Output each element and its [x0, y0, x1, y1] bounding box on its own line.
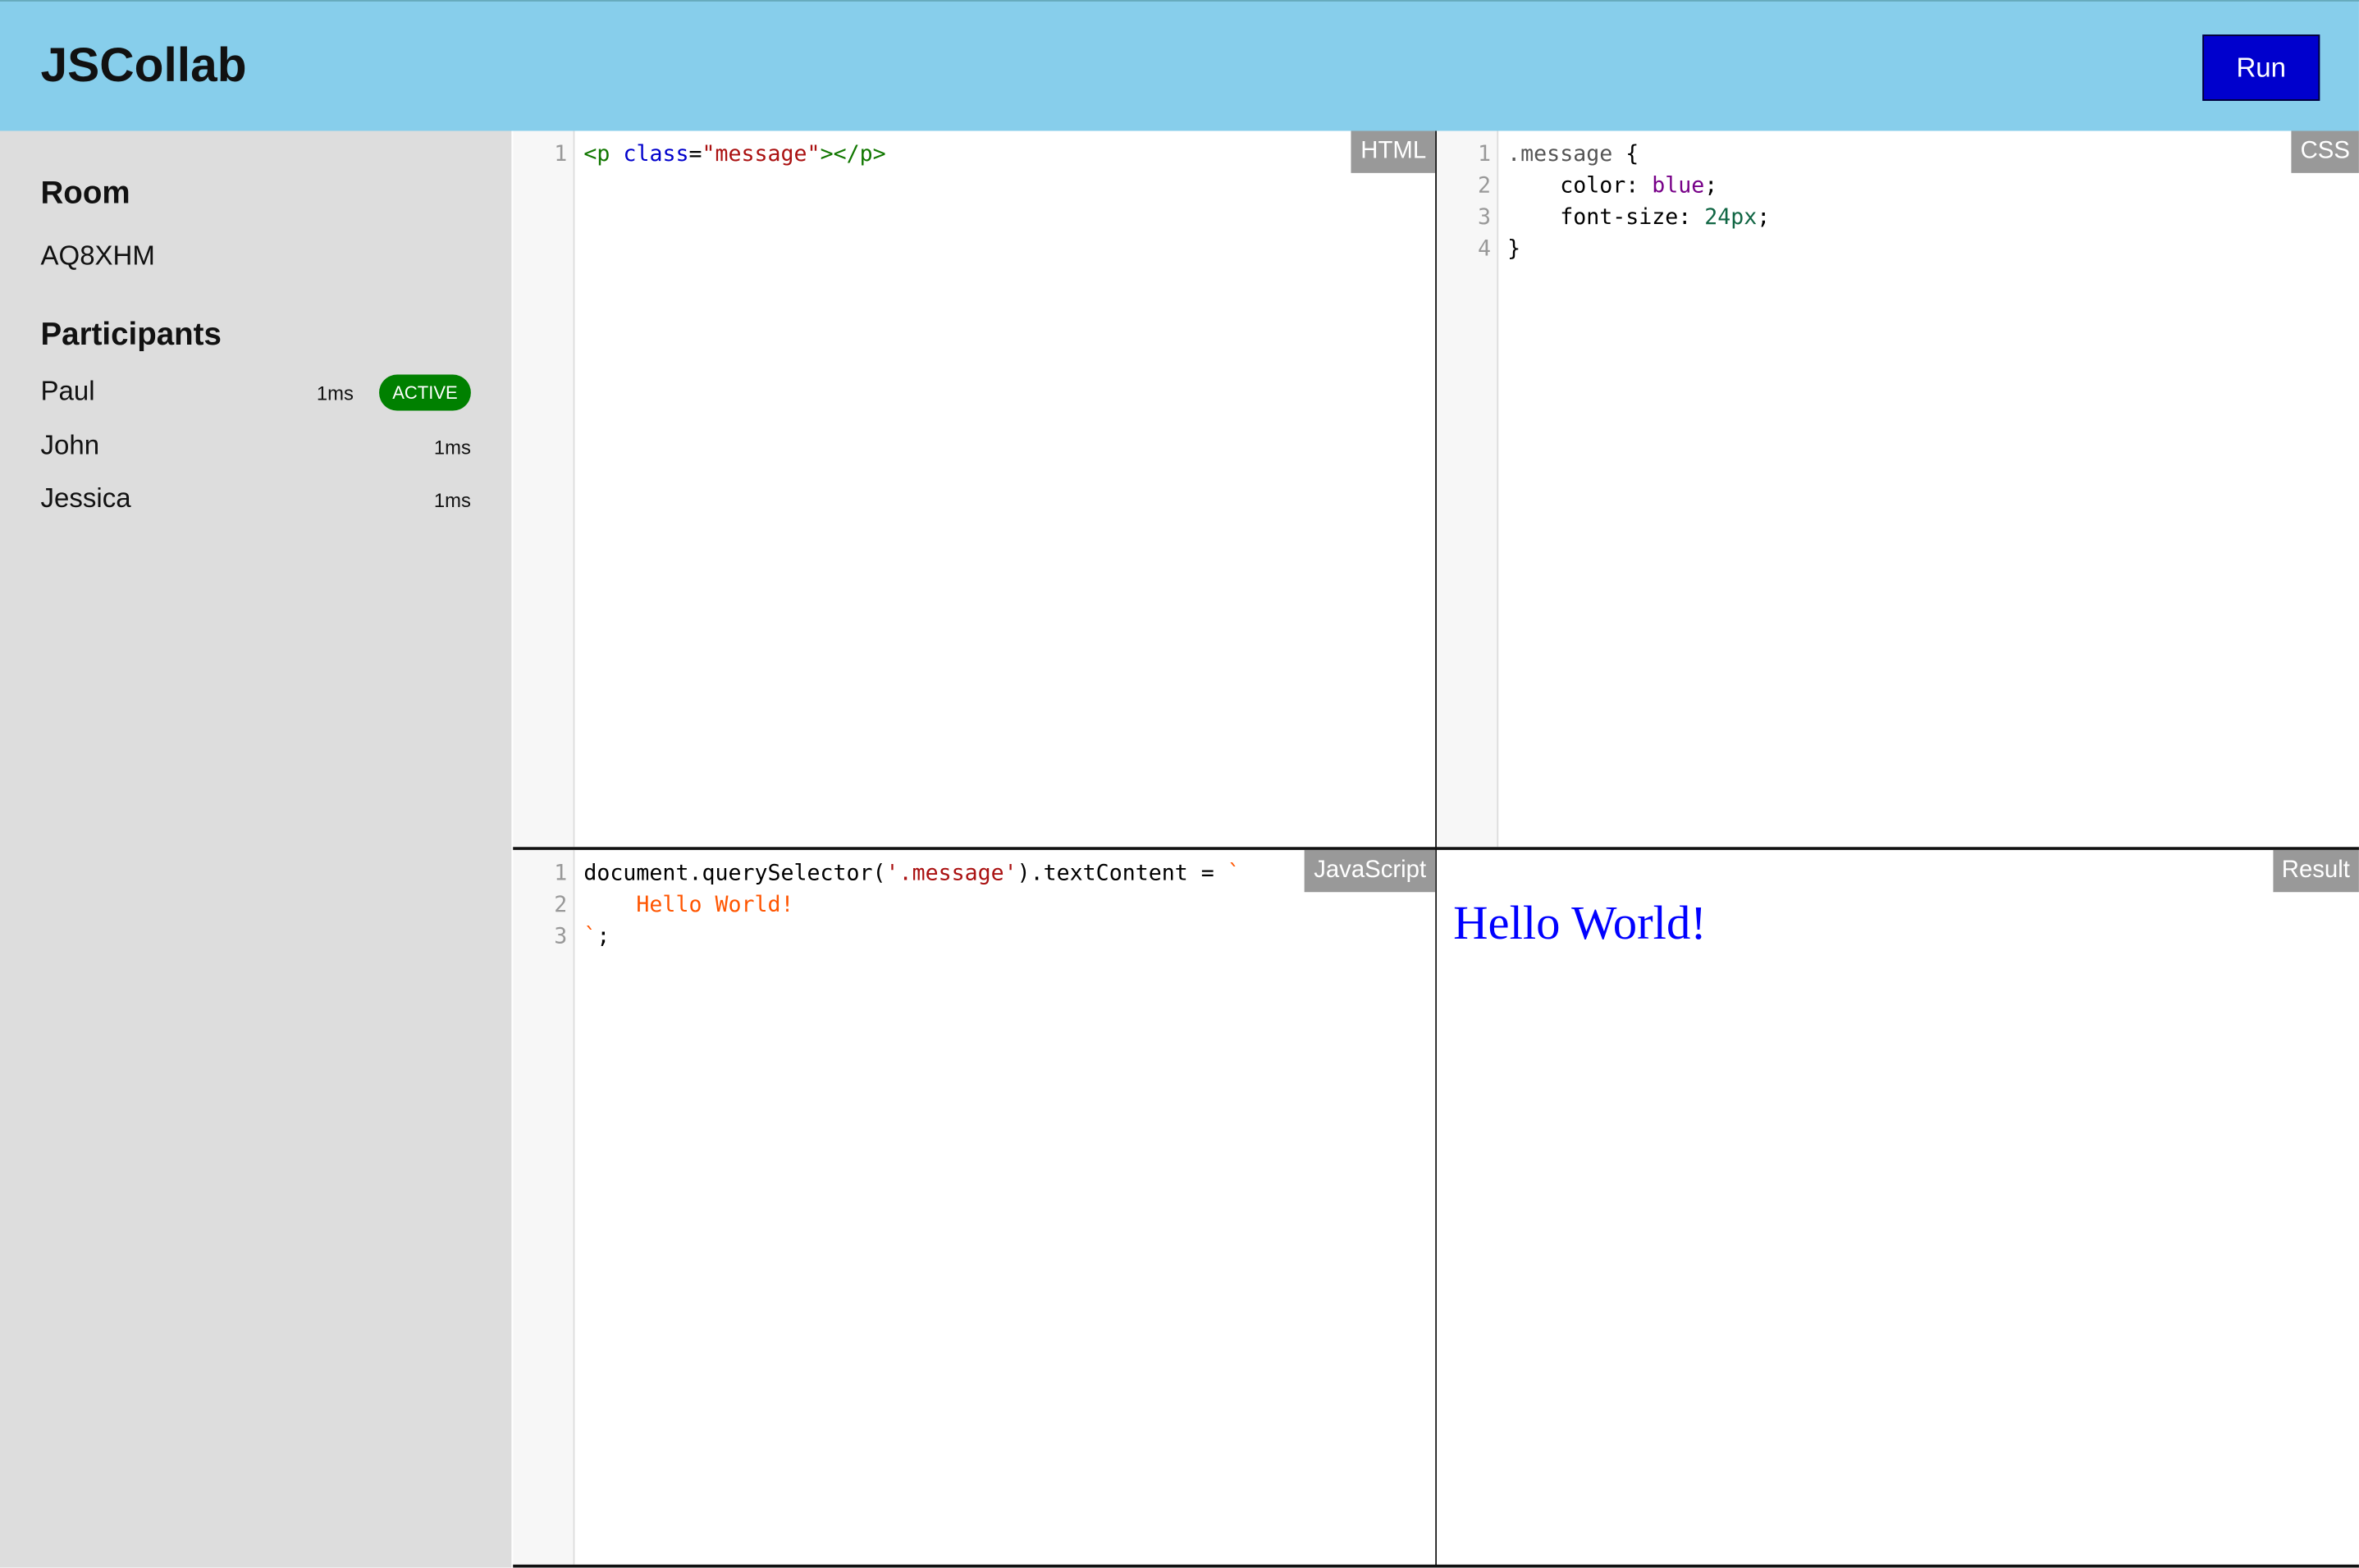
code-line: <p class="message"></p>	[583, 140, 885, 172]
code-token: =	[688, 143, 702, 167]
app: JSCollab Run Room AQ8XHM Participants Pa…	[0, 0, 2359, 1568]
code-token: 24px	[1704, 206, 1758, 231]
header: JSCollab Run	[0, 0, 2359, 131]
code-token: ).textContent =	[1017, 862, 1228, 886]
code-line: font-size: 24px;	[1507, 203, 1770, 235]
editor-label: CSS	[2291, 130, 2359, 173]
participant-name: Jessica	[40, 482, 131, 514]
sidebar: Room AQ8XHM Participants Paul 1ms ACTIVE…	[0, 130, 512, 1568]
code-token: font-size:	[1507, 206, 1705, 231]
line-number: 4	[1477, 237, 1491, 263]
code-token: `	[1227, 862, 1241, 886]
code-token: document.querySelector(	[583, 862, 886, 886]
code-token: <p	[583, 143, 624, 167]
code-area[interactable]: <p class="message"></p>	[583, 140, 885, 172]
line-gutter: 1 2 3 4	[1436, 130, 1499, 848]
code-token: blue	[1652, 174, 1705, 199]
code-token: .message	[1507, 143, 1613, 167]
participant-latency: 1ms	[433, 488, 471, 512]
code-token: {	[1612, 143, 1639, 167]
editor-label: JavaScript	[1305, 849, 1436, 893]
code-token: class	[623, 143, 689, 167]
participant-latency: 1ms	[316, 382, 354, 405]
line-number: 1	[1477, 143, 1491, 167]
participant-john: John 1ms	[41, 430, 471, 466]
code-line: document.querySelector('.message').textC…	[583, 859, 1240, 891]
code-token: Hello World!	[583, 894, 794, 918]
html-editor[interactable]: 1 <p class="message"></p> HTML	[513, 130, 1436, 848]
code-token: "message"	[702, 143, 821, 167]
code-token: '.message'	[885, 862, 1017, 886]
participant-paul: Paul 1ms ACTIVE	[40, 374, 471, 412]
line-gutter: 1 2 3	[513, 849, 575, 1565]
code-token: }	[1507, 237, 1521, 263]
code-token: ;	[597, 925, 610, 949]
line-number: 1	[554, 862, 568, 886]
result-pane: Hello World! Result	[1436, 849, 2359, 1565]
js-editor[interactable]: 1 2 3 document.querySelector('.message').t…	[513, 849, 1436, 1565]
code-token: ;	[1757, 206, 1771, 231]
editor-label: HTML	[1351, 130, 1436, 173]
code-area[interactable]: document.querySelector('.message').textC…	[583, 859, 1240, 954]
code-token: `	[583, 925, 597, 949]
room-heading: Room	[40, 176, 130, 211]
participant-name: Paul	[40, 376, 95, 407]
participants-heading: Participants	[40, 317, 222, 353]
participant-latency: 1ms	[433, 436, 471, 459]
code-token: color:	[1507, 174, 1653, 199]
line-number: 3	[1477, 206, 1491, 231]
result-label: Result	[2272, 849, 2359, 893]
app-title: JSCollab	[40, 37, 247, 92]
code-token: ;	[1704, 174, 1718, 199]
code-area[interactable]: .message { color: blue; font-size: 24px;…	[1507, 140, 1770, 267]
css-editor[interactable]: 1 2 3 4 .message { color: blue; font-size: …	[1436, 130, 2359, 848]
code-line: color: blue;	[1507, 171, 1770, 203]
code-line: }	[1507, 235, 1770, 267]
participant-jessica: Jessica 1ms	[41, 483, 471, 519]
code-line: `;	[583, 922, 1240, 954]
line-number: 2	[554, 894, 568, 918]
result-output: Hello World!	[1453, 894, 1707, 949]
participant-name: John	[40, 430, 100, 461]
line-number: 1	[554, 143, 568, 167]
status-badge: ACTIVE	[379, 374, 471, 411]
run-button[interactable]: Run	[2202, 34, 2320, 101]
line-number: 3	[554, 925, 568, 949]
code-line: .message {	[1507, 140, 1770, 172]
room-code: AQ8XHM	[40, 240, 155, 272]
code-line: Hello World!	[583, 890, 1240, 922]
line-gutter: 1	[513, 130, 575, 848]
line-number: 2	[1477, 174, 1491, 199]
code-token: ></p>	[820, 143, 886, 167]
